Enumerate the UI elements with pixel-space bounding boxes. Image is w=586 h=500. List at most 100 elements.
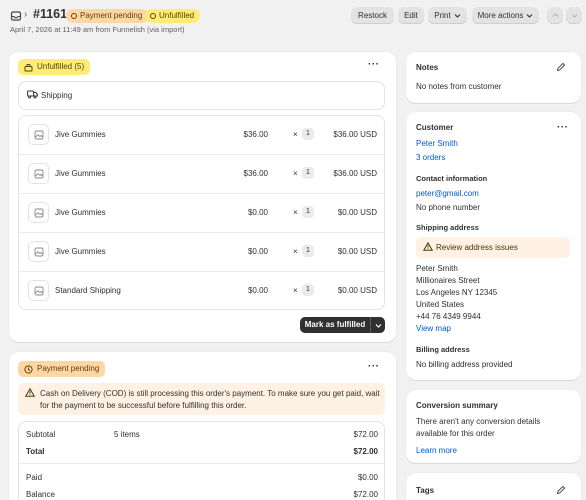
package-icon <box>24 63 33 71</box>
customer-name-link[interactable]: Peter Smith <box>416 139 458 148</box>
conversion-text: There aren't any conversion details <box>416 417 541 426</box>
line-item: Jive Gummies $36.00 × 1 $36.00 USD <box>19 116 384 155</box>
warning-icon <box>24 387 36 399</box>
line-item-quantity: 1 <box>302 167 314 179</box>
payment-status-badge: Payment pending <box>66 9 149 23</box>
total-value: $72.00 <box>353 447 378 456</box>
unfulfilled-status-pill: Unfulfilled (5) <box>18 59 91 75</box>
payment-status-label: Payment pending <box>80 11 143 20</box>
payment-notice-text: Cash on Delivery (COD) is still processi… <box>40 389 380 410</box>
payment-menu-icon[interactable]: ··· <box>368 361 380 372</box>
paid-label: Paid <box>26 473 43 482</box>
conversion-title: Conversion summary <box>416 401 498 410</box>
conversion-text: available for this order <box>416 429 495 438</box>
shipping-address-title: Shipping address <box>416 223 479 232</box>
line-item-price: $36.00 <box>243 130 268 139</box>
notes-text: No notes from customer <box>416 82 502 91</box>
line-item-total: $0.00 USD <box>337 286 377 295</box>
billing-address-text: No billing address provided <box>416 360 513 369</box>
line-item-name[interactable]: Jive Gummies <box>55 208 106 217</box>
address-line: Peter Smith <box>416 264 458 273</box>
chevron-up-icon <box>552 13 558 17</box>
previous-order-button[interactable] <box>547 7 563 24</box>
customer-email-link[interactable]: peter@gmail.com <box>416 189 479 198</box>
tags-title: Tags <box>416 486 435 495</box>
line-item: Jive Gummies $0.00 × 1 $0.00 USD <box>19 194 384 233</box>
next-order-button[interactable] <box>566 7 582 24</box>
orders-icon[interactable] <box>10 10 22 22</box>
page-title: #1161 <box>33 7 68 21</box>
notes-title: Notes <box>416 63 439 72</box>
review-address-text[interactable]: Review address issues <box>436 243 518 252</box>
line-item: Jive Gummies $0.00 × 1 $0.00 USD <box>19 233 384 272</box>
pending-status-icon <box>71 13 77 19</box>
fulfill-options-dropdown[interactable] <box>370 317 385 333</box>
line-item-price: $0.00 <box>247 247 268 256</box>
subtotal-value: $72.00 <box>353 430 378 439</box>
unfulfilled-status-label: Unfulfilled (5) <box>37 62 85 71</box>
line-item: Jive Gummies $36.00 × 1 $36.00 USD <box>19 155 384 194</box>
line-item-name: Standard Shipping <box>55 286 121 295</box>
chevron-down-icon <box>527 14 533 18</box>
breadcrumb-chevron-icon: › <box>24 9 28 20</box>
payment-pending-pill: Payment pending <box>18 361 106 377</box>
image-placeholder-icon <box>28 163 49 184</box>
line-item-total: $0.00 USD <box>337 247 377 256</box>
multiply-sign: × <box>293 208 298 217</box>
unfulfilled-status-icon <box>150 13 156 19</box>
multiply-sign: × <box>293 247 298 256</box>
total-label: Total <box>26 447 45 456</box>
paid-value: $0.00 <box>357 473 378 482</box>
edit-button[interactable]: Edit <box>398 7 424 24</box>
edit-pencil-icon[interactable] <box>556 62 566 74</box>
fulfillment-menu-icon[interactable]: ··· <box>368 59 380 70</box>
multiply-sign: × <box>293 169 298 178</box>
restock-label: Restock <box>358 11 387 20</box>
fulfillment-status-badge: Unfulfilled <box>145 9 201 23</box>
order-subline: April 7, 2026 at 11:49 am from Funnelish… <box>10 25 185 34</box>
address-line: Millionaires Street <box>416 276 480 285</box>
shipping-method-box <box>18 81 385 110</box>
print-label: Print <box>434 11 451 20</box>
line-item-name[interactable]: Jive Gummies <box>55 169 106 178</box>
fulfillment-status-label: Unfulfilled <box>159 11 195 20</box>
edit-label: Edit <box>404 11 418 20</box>
image-placeholder-icon <box>28 124 49 145</box>
balance-value: $72.00 <box>353 490 378 499</box>
contact-info-title: Contact information <box>416 174 488 183</box>
truck-icon <box>27 90 38 101</box>
warning-icon <box>422 241 434 253</box>
image-placeholder-icon <box>28 202 49 223</box>
address-line: United States <box>416 300 465 309</box>
image-placeholder-icon <box>28 280 49 301</box>
line-items-list: Jive Gummies $36.00 × 1 $36.00 USD Jive … <box>18 115 385 310</box>
customer-orders-link[interactable]: 3 orders <box>416 153 445 162</box>
payment-pending-label: Payment pending <box>37 364 100 373</box>
line-item-price: $0.00 <box>247 208 268 217</box>
balance-label: Balance <box>26 490 55 499</box>
line-item-quantity: 1 <box>302 284 314 296</box>
summary-divider <box>19 463 384 464</box>
customer-menu-icon[interactable]: ··· <box>557 122 569 133</box>
line-item-name[interactable]: Jive Gummies <box>55 130 106 139</box>
line-item-total: $36.00 USD <box>333 169 377 178</box>
address-line: Los Angeles NY 12345 <box>416 288 498 297</box>
more-actions-button[interactable]: More actions <box>472 7 539 24</box>
line-item-quantity: 1 <box>302 128 314 140</box>
subtotal-label: Subtotal <box>26 430 56 439</box>
clock-icon <box>24 364 33 374</box>
edit-pencil-icon[interactable] <box>556 485 566 497</box>
line-item-name[interactable]: Jive Gummies <box>55 247 106 256</box>
restock-button[interactable]: Restock <box>351 7 394 24</box>
chevron-down-icon <box>571 14 577 18</box>
line-item-quantity: 1 <box>302 245 314 257</box>
learn-more-link[interactable]: Learn more <box>416 446 457 455</box>
customer-phone: No phone number <box>416 203 481 212</box>
line-item-quantity: 1 <box>302 206 314 218</box>
subtotal-items: 5 items <box>114 430 140 439</box>
mark-as-fulfilled-button[interactable]: Mark as fulfilled <box>300 317 370 333</box>
billing-address-title: Billing address <box>416 345 470 354</box>
print-button[interactable]: Print <box>428 7 467 24</box>
shipping-label: Shipping <box>41 91 73 100</box>
view-map-link[interactable]: View map <box>416 324 451 333</box>
